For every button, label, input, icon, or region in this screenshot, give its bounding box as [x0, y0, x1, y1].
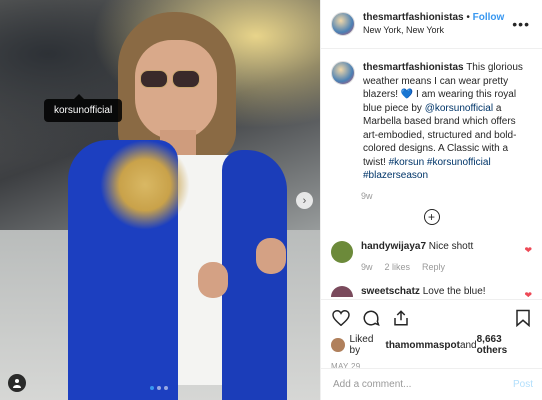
next-photo-button[interactable]: › — [296, 192, 313, 209]
comment-bubble-icon — [363, 310, 380, 327]
comment-username[interactable]: sweetschatz — [361, 286, 420, 297]
header-text: thesmartfashionistas • Follow New York, … — [363, 11, 512, 37]
hashtag-link[interactable]: #blazerseason — [363, 170, 428, 181]
comment-button[interactable] — [361, 308, 381, 328]
comment-text: Nice shott — [426, 240, 474, 252]
more-options-icon[interactable]: ••• — [512, 16, 530, 32]
likes-others-link[interactable]: 8,663 others — [477, 334, 533, 356]
blue-heart-emoji: 💙 — [400, 89, 414, 100]
carousel-dot — [157, 386, 161, 390]
carousel-dot — [164, 386, 168, 390]
comment: handywijaya7 Nice shott 9w 2 likes Reply… — [331, 240, 532, 272]
mention-link[interactable]: @korsunofficial — [425, 103, 493, 114]
carousel-dot — [150, 386, 154, 390]
follow-button[interactable]: Follow — [473, 12, 505, 23]
header-separator: • — [463, 12, 473, 23]
person-icon — [13, 379, 21, 388]
comment-age: 9w — [361, 261, 373, 272]
avatar[interactable] — [331, 12, 355, 36]
liker-username[interactable]: thamommaspot — [385, 340, 459, 351]
save-button[interactable] — [513, 308, 533, 328]
heart-icon[interactable]: ❤ — [524, 290, 532, 298]
share-button[interactable] — [391, 308, 411, 328]
share-upload-icon — [394, 310, 408, 326]
heart-icon[interactable]: ❤ — [524, 245, 532, 256]
caption-age: 9w — [361, 190, 373, 201]
user-tag-label[interactable]: korsunofficial — [44, 94, 123, 122]
like-button[interactable] — [331, 308, 351, 328]
bookmark-icon — [516, 309, 530, 327]
instagram-post: korsunofficial › thesmartfashionistas • … — [0, 0, 542, 400]
load-more-comments[interactable]: + — [331, 208, 532, 225]
likes-summary: Liked by thamommaspot and 8,663 others — [331, 334, 533, 356]
sunglasses-left-lens — [140, 70, 168, 88]
comment: sweetschatz Love the blue! ❤ — [331, 285, 532, 298]
location-link[interactable]: New York, New York — [363, 24, 512, 37]
action-icons — [331, 306, 533, 330]
show-tags-button[interactable] — [8, 374, 26, 392]
comments-list[interactable]: thesmartfashionistas This glorious weath… — [321, 49, 542, 297]
comment-text: Love the blue! — [419, 285, 486, 297]
reply-button[interactable]: Reply — [422, 262, 445, 272]
carousel-indicator — [150, 386, 168, 390]
right-hand — [256, 238, 286, 274]
comment-username[interactable]: handywijaya7 — [361, 241, 426, 252]
gold-bird-embroidery — [100, 140, 190, 230]
post-comment-button[interactable]: Post — [513, 379, 533, 390]
comment-body: sweetschatz Love the blue! — [361, 286, 524, 297]
caption-text: thesmartfashionistas This glorious weath… — [363, 61, 532, 183]
comment-likes[interactable]: 2 likes — [385, 262, 411, 272]
avatar[interactable] — [331, 240, 353, 263]
avatar[interactable] — [331, 61, 355, 85]
add-comment-bar: Post — [321, 368, 542, 400]
post-photo[interactable]: korsunofficial › — [0, 0, 320, 400]
left-hand — [198, 262, 228, 298]
sunglasses-right-lens — [172, 70, 200, 88]
comment-meta: 9w 2 likes Reply — [361, 262, 524, 272]
comment-input[interactable] — [331, 378, 513, 391]
post-side-panel: thesmartfashionistas • Follow New York, … — [320, 0, 542, 400]
caption-username[interactable]: thesmartfashionistas — [363, 62, 464, 73]
post-header: thesmartfashionistas • Follow New York, … — [321, 0, 542, 49]
avatar[interactable] — [331, 285, 353, 297]
heart-outline-icon — [332, 310, 350, 326]
caption: thesmartfashionistas This glorious weath… — [331, 61, 532, 183]
avatar[interactable] — [331, 338, 345, 352]
face — [135, 40, 217, 140]
chevron-right-icon: › — [302, 194, 307, 207]
likes-middle: and — [459, 339, 477, 351]
hashtag-link[interactable]: #korsunofficial — [427, 157, 491, 168]
hashtag-link[interactable]: #korsun — [389, 157, 425, 168]
blue-blazer-right — [222, 150, 287, 400]
header-username[interactable]: thesmartfashionistas — [363, 12, 464, 23]
comment-body: handywijaya7 Nice shott 9w 2 likes Reply — [361, 241, 524, 272]
plus-circle-icon: + — [423, 208, 440, 225]
likes-prefix: Liked by — [349, 334, 374, 356]
post-actions: Liked by thamommaspot and 8,663 others M… — [321, 299, 542, 371]
